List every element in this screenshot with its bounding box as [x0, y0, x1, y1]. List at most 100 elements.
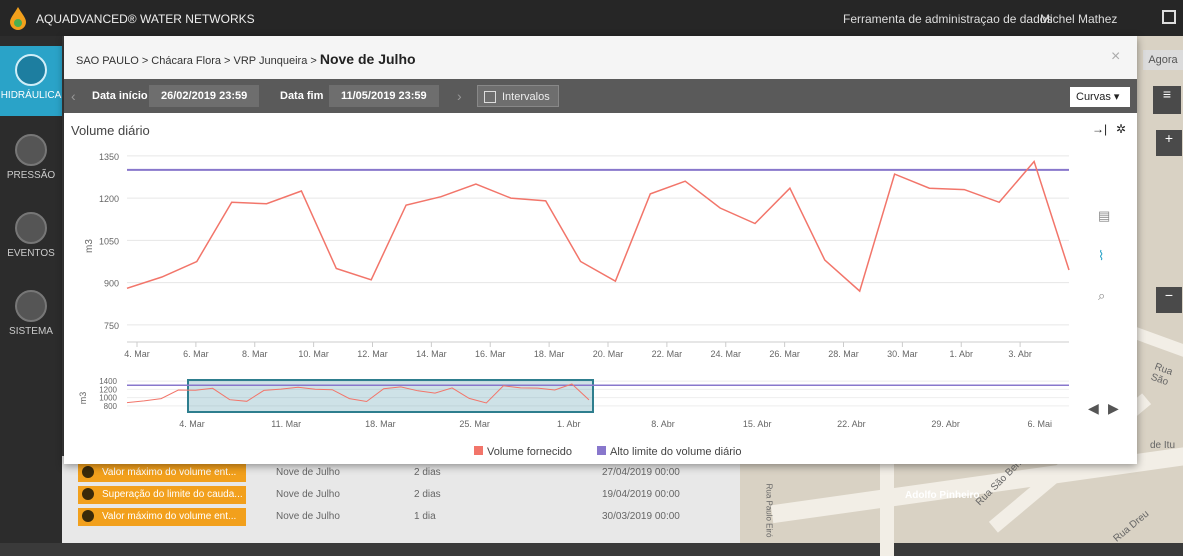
end-date-field[interactable]: 11/05/2019 23:59 — [329, 85, 439, 107]
curves-select[interactable]: Curvas ▾ — [1070, 87, 1130, 107]
nav-x-tick-label: 4. Mar — [179, 419, 205, 429]
water-drop-logo-icon — [10, 7, 26, 30]
table-row[interactable]: Valor máximo do volume ent... Nove de Ju… — [70, 506, 730, 528]
nav-x-tick-label: 6. Mai — [1028, 419, 1053, 429]
nav-x-tick-label: 1. Abr — [557, 419, 581, 429]
scroll-left-icon[interactable]: ◀ — [1088, 400, 1099, 417]
location-cell: Nove de Julho — [276, 489, 340, 500]
location-cell: Nove de Julho — [276, 467, 340, 478]
user-name[interactable]: Michel Mathez — [1040, 12, 1117, 26]
legend-label[interactable]: Volume fornecido — [487, 446, 572, 458]
start-date-field[interactable]: 26/02/2019 23:59 — [149, 85, 260, 107]
gear-icon — [15, 290, 47, 322]
table-view-icon[interactable]: ▤ — [1098, 208, 1110, 224]
street-label: Rua São — [1149, 361, 1174, 389]
sidebar-item-hidraulica[interactable]: HIDRÁULICA — [0, 46, 62, 116]
nav-x-tick-label: 15. Abr — [743, 419, 772, 429]
x-tick-label: 20. Mar — [593, 349, 624, 359]
duration-cell: 1 dia — [414, 511, 436, 522]
sidebar-item-eventos[interactable]: EVENTOS — [0, 204, 62, 274]
alarm-icon — [82, 488, 94, 500]
x-tick-label: 14. Mar — [416, 349, 447, 359]
next-period-icon[interactable]: › — [457, 88, 462, 104]
date-cell: 27/04/2019 00:00 — [602, 467, 680, 478]
legend-swatch[interactable] — [474, 446, 483, 455]
start-date-label: Data início — [92, 90, 148, 102]
y-tick-label: 1050 — [99, 236, 119, 246]
nav-y-tick-label: 1000 — [99, 394, 117, 403]
x-tick-label: 22. Mar — [652, 349, 683, 359]
alarm-type-cell: Superação do limite do cauda... — [78, 486, 246, 504]
table-row[interactable]: Superação do limite do cauda... Nove de … — [70, 484, 730, 506]
nav-y-tick-label: 800 — [104, 402, 118, 411]
nav-x-tick-label: 25. Mar — [459, 419, 490, 429]
x-tick-label: 28. Mar — [828, 349, 859, 359]
end-date-label: Data fim — [280, 90, 324, 102]
breadcrumb-path[interactable]: SAO PAULO > Chácara Flora > VRP Junqueir… — [76, 55, 320, 67]
street-label: de Itu — [1150, 440, 1176, 451]
sidebar-item-label: SISTEMA — [9, 326, 53, 337]
x-tick-label: 26. Mar — [769, 349, 800, 359]
nav-y-axis-label: m3 — [78, 392, 88, 405]
nav-series-line-volume — [126, 383, 590, 404]
scroll-right-icon[interactable]: ▶ — [1108, 400, 1119, 417]
layers-icon[interactable]: ≡ — [1153, 86, 1181, 114]
nav-x-tick-label: 18. Mar — [365, 419, 396, 429]
place-label: Adolfo Pinheiro — [905, 490, 980, 501]
modal-header: SAO PAULO > Chácara Flora > VRP Junqueir… — [64, 36, 1137, 79]
location-cell: Nove de Julho — [276, 511, 340, 522]
date-cell: 30/03/2019 00:00 — [602, 511, 680, 522]
duration-cell: 2 dias — [414, 467, 441, 478]
x-tick-label: 12. Mar — [357, 349, 388, 359]
alarm-type-cell: Valor máximo do volume ent... — [78, 464, 246, 482]
street-label: Rua Paulo Eiró — [764, 483, 774, 538]
navigator-selection[interactable] — [187, 379, 594, 413]
sidebar-item-pressao[interactable]: PRESSÃO — [0, 126, 62, 196]
admin-tool-link[interactable]: Ferramenta de administraçao de dados — [843, 12, 1052, 26]
x-tick-label: 3. Abr — [1008, 349, 1032, 359]
line-chart-icon[interactable]: ⌇ — [1098, 248, 1104, 264]
x-tick-label: 4. Mar — [124, 349, 150, 359]
previous-period-icon[interactable]: ‹ — [71, 88, 76, 104]
app-header: AQUADVANCED® WATER NETWORKS Ferramenta d… — [0, 0, 1183, 36]
zoom-select-icon[interactable]: ⌕ — [1098, 288, 1105, 304]
zoom-in-button[interactable]: + — [1156, 130, 1182, 156]
x-tick-label: 10. Mar — [298, 349, 329, 359]
settings-gear-icon[interactable]: ✲ — [1116, 122, 1126, 136]
app-brand: AQUADVANCED® WATER NETWORKS — [36, 12, 255, 26]
y-tick-label: 1200 — [99, 194, 119, 204]
close-icon[interactable]: × — [1111, 48, 1120, 66]
series-line-volume — [126, 159, 1070, 293]
intervals-button[interactable]: Intervalos — [477, 85, 559, 107]
legend-label[interactable]: Alto limite do volume diário — [610, 446, 741, 458]
legend-swatch[interactable] — [597, 446, 606, 455]
y-tick-label: 900 — [104, 279, 119, 289]
date-cell: 19/04/2019 00:00 — [602, 489, 680, 500]
duration-cell: 2 dias — [414, 489, 441, 500]
x-tick-label: 24. Mar — [710, 349, 741, 359]
calendar-icon — [484, 91, 496, 103]
x-tick-label: 8. Mar — [242, 349, 268, 359]
nav-x-tick-label: 8. Abr — [651, 419, 675, 429]
now-button[interactable]: Agora — [1143, 50, 1183, 70]
y-axis-label: m3 — [84, 239, 95, 253]
warning-icon — [15, 212, 47, 244]
nav-x-tick-label: 11. Mar — [271, 419, 301, 429]
alarm-type-cell: Valor máximo do volume ent... — [78, 508, 246, 526]
date-toolbar: ‹ Data início 26/02/2019 23:59 Data fim … — [64, 79, 1137, 113]
x-tick-label: 6. Mar — [183, 349, 209, 359]
sidebar-item-label: HIDRÁULICA — [0, 90, 62, 101]
nav-y-tick-label: 1400 — [99, 377, 117, 386]
x-tick-label: 30. Mar — [887, 349, 918, 359]
collapse-right-icon[interactable]: →| — [1092, 122, 1107, 136]
logout-icon[interactable] — [1162, 10, 1176, 24]
main-sidebar: HIDRÁULICA PRESSÃO EVENTOS SISTEMA — [0, 36, 62, 543]
sidebar-item-sistema[interactable]: SISTEMA — [0, 282, 62, 352]
zoom-out-button[interactable]: − — [1156, 287, 1182, 313]
chart-title: Volume diário — [71, 123, 150, 138]
sidebar-item-label: EVENTOS — [7, 248, 55, 259]
x-tick-label: 18. Mar — [534, 349, 565, 359]
table-row[interactable]: Valor máximo do volume ent... Nove de Ju… — [70, 462, 730, 484]
x-tick-label: 16. Mar — [475, 349, 506, 359]
sidebar-item-label: PRESSÃO — [6, 170, 56, 181]
